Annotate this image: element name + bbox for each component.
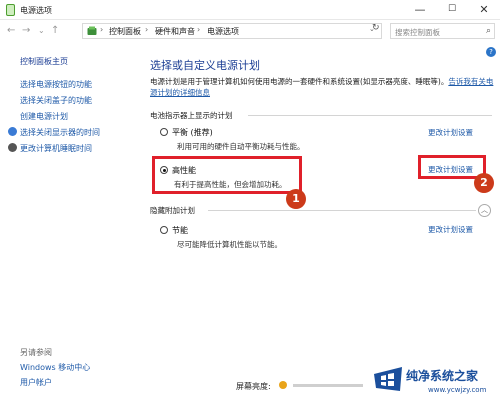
- refresh-icon[interactable]: ↻: [372, 23, 380, 33]
- see-also-heading: 另请参阅: [20, 348, 52, 357]
- page-description: 电源计划是用于管理计算机如何使用电源的一套硬件和系统设置(如显示器亮度、睡眠等)…: [150, 76, 495, 98]
- up-arrow-icon[interactable]: ↑: [51, 25, 59, 37]
- sidebar: 控制面板主页 选择电源按钮的功能 选择关闭盖子的功能 创建电源计划 选择关闭显示…: [0, 42, 135, 402]
- watermark-url: www.ycwjzy.com: [428, 386, 487, 394]
- breadcrumb-separator: ›: [145, 25, 149, 34]
- search-icon[interactable]: ⌕: [486, 26, 491, 36]
- page-title: 选择或自定义电源计划: [150, 59, 260, 72]
- watermark-title: 纯净系统之家: [406, 369, 479, 383]
- search-placeholder: 搜索控制面板: [395, 28, 440, 37]
- description-text: 电源计划是用于管理计算机如何使用电源的一套硬件和系统设置(如显示器亮度、睡眠等)…: [150, 77, 449, 86]
- collapse-chevron-icon[interactable]: ︿: [478, 204, 491, 217]
- sidebar-item-create-plan[interactable]: 创建电源计划: [20, 111, 68, 122]
- battery-section-label: 电池指示器上显示的计划: [150, 111, 233, 120]
- plan-radio-power-saver[interactable]: [160, 226, 168, 234]
- sidebar-item-home[interactable]: 控制面板主页: [20, 56, 68, 67]
- breadcrumb-control-panel[interactable]: 控制面板: [109, 26, 141, 37]
- shield-icon: [8, 127, 17, 136]
- help-icon[interactable]: ?: [486, 47, 496, 57]
- close-button[interactable]: ✕: [468, 0, 500, 20]
- sidebar-item-power-buttons[interactable]: 选择电源按钮的功能: [20, 79, 92, 90]
- sidebar-item-label: 更改计算机睡眠时间: [20, 144, 92, 153]
- plan-name: 平衡 (推荐): [172, 128, 213, 137]
- title-bar: 电源选项 — ☐ ✕: [0, 0, 500, 20]
- brightness-sun-icon: [279, 381, 287, 389]
- plan-radio-balanced[interactable]: [160, 128, 168, 136]
- change-plan-link-power-saver[interactable]: 更改计划设置: [428, 224, 473, 235]
- brightness-label: 屏幕亮度:: [236, 382, 271, 391]
- breadcrumb-hardware-sound[interactable]: 硬件和声音: [155, 26, 195, 37]
- minimize-button[interactable]: —: [404, 0, 436, 20]
- forward-arrow-icon[interactable]: →: [22, 25, 30, 37]
- breadcrumb-separator: ›: [100, 25, 104, 34]
- brightness-slider[interactable]: [293, 384, 363, 387]
- sidebar-item-label: 选择关闭显示器的时间: [20, 128, 100, 137]
- sidebar-item-display-off[interactable]: 选择关闭显示器的时间: [8, 127, 100, 138]
- moon-icon: [8, 143, 17, 152]
- sidebar-item-sleep-time[interactable]: 更改计算机睡眠时间: [8, 143, 92, 154]
- hidden-plans-label: 隐藏附加计划: [150, 206, 195, 215]
- power-options-icon: [6, 4, 15, 16]
- annotation-box-high-performance: [152, 156, 302, 194]
- change-plan-link-balanced[interactable]: 更改计划设置: [428, 127, 473, 138]
- window-title: 电源选项: [20, 6, 52, 15]
- plan-desc: 利用可用的硬件自动平衡功耗与性能。: [177, 142, 305, 151]
- section-divider: [208, 210, 476, 211]
- annotation-badge-2: 2: [474, 173, 494, 193]
- watermark-logo-icon: [374, 367, 402, 391]
- breadcrumb-separator: ›: [197, 25, 201, 34]
- annotation-badge-1: 1: [286, 189, 306, 209]
- search-input[interactable]: 搜索控制面板 ⌕: [390, 23, 495, 39]
- plan-name: 节能: [172, 226, 188, 235]
- breadcrumb-power-options[interactable]: 电源选项: [207, 26, 239, 37]
- control-panel-icon: [87, 26, 97, 35]
- recent-dropdown-icon[interactable]: ⌄: [38, 25, 45, 37]
- sidebar-item-lid-close[interactable]: 选择关闭盖子的功能: [20, 95, 92, 106]
- section-divider: [248, 115, 492, 116]
- sidebar-item-mobility-center[interactable]: Windows 移动中心: [20, 362, 90, 373]
- maximize-button[interactable]: ☐: [436, 0, 468, 20]
- back-arrow-icon[interactable]: ←: [7, 25, 15, 37]
- watermark: 纯净系统之家 www.ycwjzy.com: [372, 362, 500, 402]
- plan-desc: 尽可能降低计算机性能以节能。: [177, 240, 282, 249]
- address-bar[interactable]: › 控制面板 › 硬件和声音 › 电源选项 ⌄: [82, 23, 382, 39]
- sidebar-item-user-accounts[interactable]: 用户帐户: [20, 377, 52, 388]
